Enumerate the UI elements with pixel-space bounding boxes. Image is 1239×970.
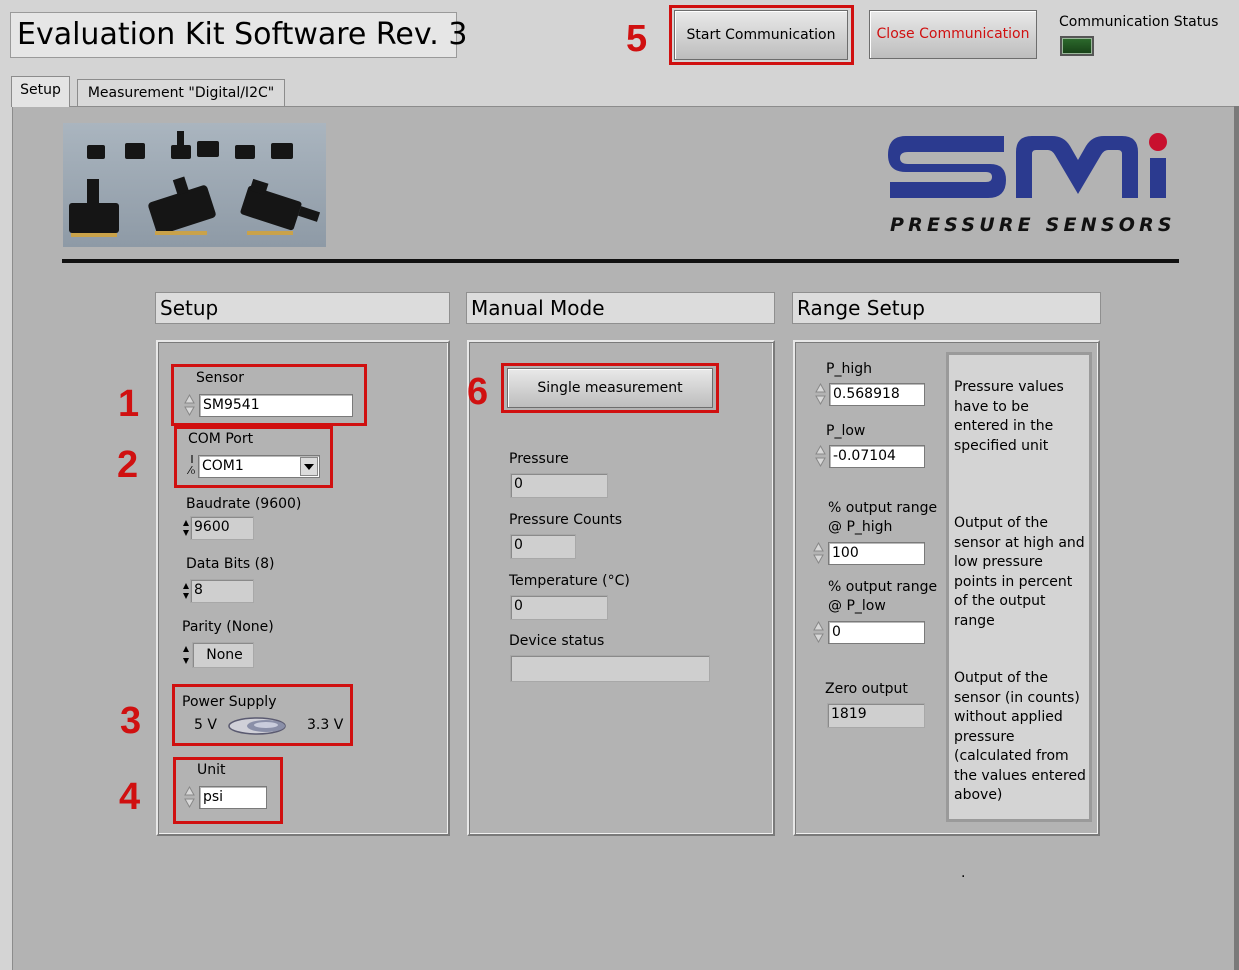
output-high-label-2: @ P_high — [828, 519, 893, 535]
callout-4: 4 — [119, 776, 141, 818]
single-measurement-label: Single measurement — [537, 380, 683, 396]
callout-2: 2 — [117, 444, 139, 486]
tab-measurement-label: Measurement "Digital/I2C" — [87, 85, 275, 101]
single-measurement-button[interactable]: Single measurement — [507, 368, 713, 408]
callout-1: 1 — [118, 383, 140, 425]
output-low-label-1: % output range — [828, 579, 938, 595]
zero-output-label: Zero output — [825, 681, 908, 697]
window-edge — [1234, 106, 1239, 970]
power-5v-label: 5 V — [194, 717, 217, 733]
note-zero-output: Output of the sensor (in counts) without… — [954, 670, 1086, 803]
com-port-value: COM1 — [202, 458, 244, 474]
zero-output-value: 1819 — [827, 703, 925, 728]
baudrate-field[interactable]: 9600 — [190, 516, 254, 540]
communication-status-led — [1060, 36, 1094, 56]
parity-spinner[interactable] — [182, 643, 190, 667]
callout-3: 3 — [120, 700, 142, 742]
p-high-field[interactable]: 0.568918 — [829, 383, 925, 406]
close-communication-button[interactable]: Close Communication — [869, 10, 1037, 59]
baudrate-label: Baudrate (9600) — [186, 496, 302, 512]
smi-logo: PRESSURE SENSORS — [886, 128, 1176, 240]
sensor-products-image — [63, 123, 326, 247]
pressure-label: Pressure — [509, 451, 569, 467]
unit-field[interactable]: psi — [199, 786, 267, 809]
p-high-spinner[interactable] — [815, 382, 826, 406]
chevron-down-icon[interactable] — [300, 457, 318, 476]
output-high-field[interactable]: 100 — [828, 542, 925, 565]
p-low-label: P_low — [826, 423, 866, 439]
power-supply-toggle[interactable] — [228, 716, 286, 736]
power-3v3-label: 3.3 V — [307, 717, 344, 733]
com-port-label: COM Port — [188, 431, 254, 447]
parity-field[interactable]: None — [192, 642, 254, 668]
range-setup-header: Range Setup — [792, 292, 1101, 324]
device-status-value — [510, 655, 710, 682]
sensor-spinner[interactable] — [184, 393, 195, 417]
p-low-field[interactable]: -0.07104 — [829, 445, 925, 468]
app-title: Evaluation Kit Software Rev. 3 — [10, 12, 467, 58]
start-communication-button[interactable]: Start Communication — [674, 10, 848, 60]
power-supply-label: Power Supply — [182, 694, 277, 710]
device-status-label: Device status — [509, 633, 605, 649]
callout-5: 5 — [626, 18, 648, 60]
start-communication-label: Start Communication — [686, 27, 836, 43]
stray-dot: . — [961, 865, 966, 881]
output-low-label-2: @ P_low — [828, 598, 886, 614]
callout-6: 6 — [467, 371, 489, 413]
tab-setup[interactable]: Setup — [11, 76, 70, 107]
setup-header: Setup — [155, 292, 450, 324]
parity-value: None — [206, 647, 243, 663]
tab-measurement-digital-i2c[interactable]: Measurement "Digital/I2C" — [77, 79, 285, 106]
data-bits-spinner[interactable] — [182, 580, 190, 602]
logo-letter-i — [1150, 158, 1166, 198]
header-divider — [62, 259, 1179, 263]
logo-letter-s — [888, 136, 1006, 198]
unit-spinner[interactable] — [184, 785, 195, 809]
sensor-label: Sensor — [196, 370, 244, 386]
smi-logo-mark — [888, 133, 1167, 198]
temperature-label: Temperature (°C) — [509, 573, 630, 589]
p-high-label: P_high — [826, 361, 872, 377]
pressure-value: 0 — [510, 473, 608, 498]
unit-label: Unit — [197, 762, 226, 778]
sensor-packages-graphic — [69, 131, 321, 237]
parity-label: Parity (None) — [182, 619, 274, 635]
manual-mode-header: Manual Mode — [466, 292, 775, 324]
close-communication-label: Close Communication — [876, 26, 1030, 42]
output-low-spinner[interactable] — [813, 620, 824, 644]
tab-setup-label: Setup — [20, 82, 61, 98]
pressure-counts-value: 0 — [510, 534, 576, 559]
pressure-counts-label: Pressure Counts — [509, 512, 623, 528]
com-port-select[interactable]: COM1 — [198, 455, 320, 478]
smi-tagline: PRESSURE SENSORS — [890, 214, 1176, 236]
output-low-field[interactable]: 0 — [828, 621, 925, 644]
note-output-range: Output of the sensor at high and low pre… — [954, 515, 1085, 629]
sensor-field[interactable]: SM9541 — [199, 394, 353, 417]
output-high-spinner[interactable] — [813, 541, 824, 565]
communication-status-label: Communication Status — [1059, 14, 1219, 30]
data-bits-label: Data Bits (8) — [186, 556, 275, 572]
p-low-spinner[interactable] — [815, 444, 826, 468]
logo-dot — [1149, 133, 1167, 151]
logo-letter-m — [1016, 136, 1138, 198]
data-bits-field[interactable]: 8 — [190, 579, 254, 603]
note-pressure-values: Pressure values have to be entered in th… — [954, 379, 1064, 454]
temperature-value: 0 — [510, 595, 608, 620]
baudrate-spinner[interactable] — [182, 517, 190, 539]
output-high-label-1: % output range — [828, 500, 938, 516]
